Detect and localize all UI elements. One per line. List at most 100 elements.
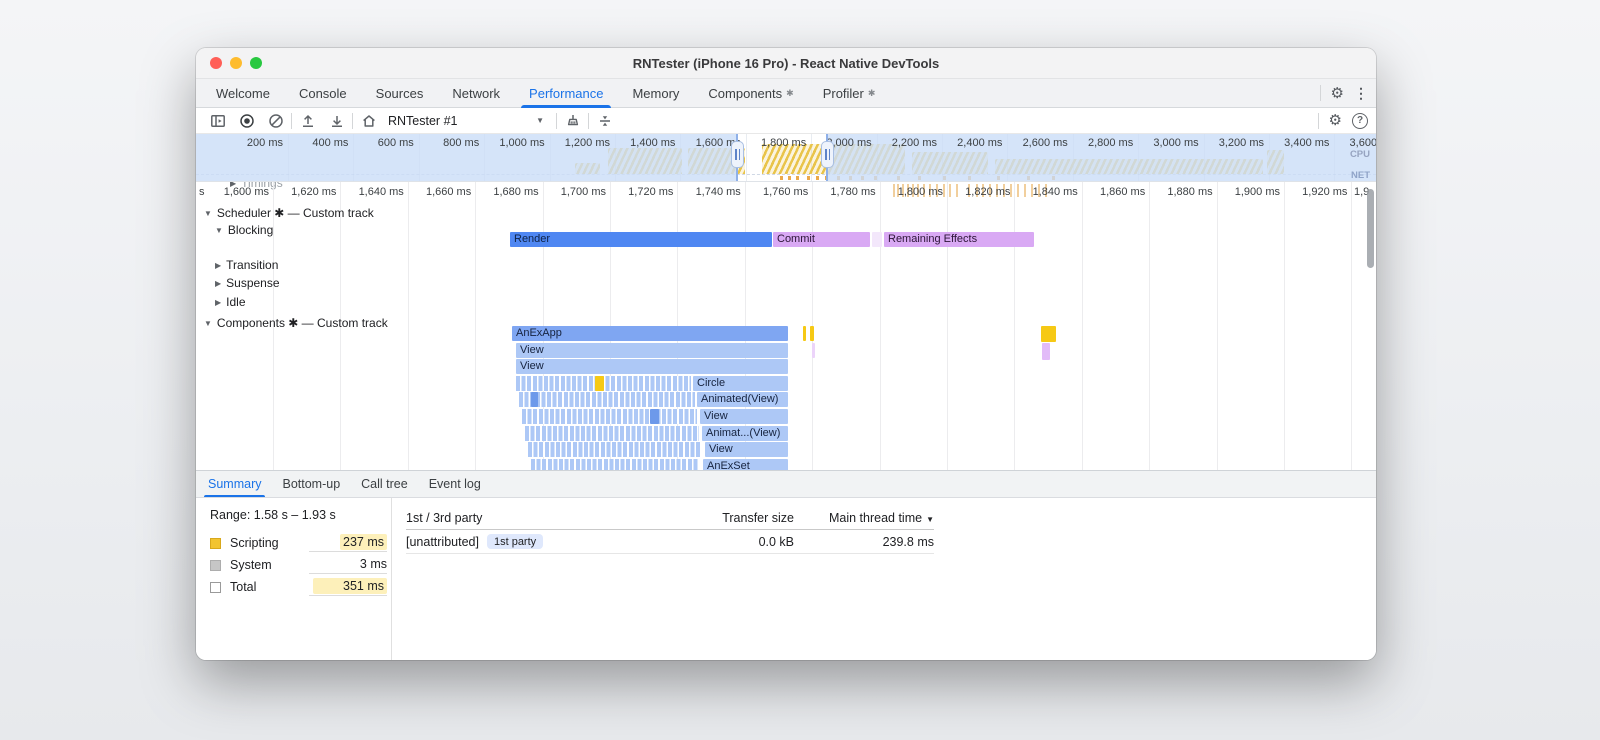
tab-components[interactable]: Components ✱ bbox=[708, 79, 793, 107]
flame-mark[interactable] bbox=[1042, 342, 1050, 360]
col-main-thread-time[interactable]: Main thread time ▼ bbox=[794, 511, 934, 525]
ruler-tick-label: 1,740 ms bbox=[695, 186, 741, 198]
flame-mark[interactable] bbox=[803, 326, 806, 341]
flame-gridline bbox=[1284, 182, 1285, 470]
flame-mark[interactable] bbox=[650, 409, 659, 424]
expanded-triangle-icon: ▼ bbox=[204, 319, 212, 328]
overview-tick-label: 200 ms bbox=[246, 137, 283, 149]
tab-call-tree[interactable]: Call tree bbox=[361, 471, 408, 497]
flame-gridline bbox=[1014, 182, 1016, 470]
tab-welcome[interactable]: Welcome bbox=[216, 79, 270, 107]
scheduler-bar-gap[interactable] bbox=[872, 232, 882, 247]
overview-tick-label: 3,600 ms bbox=[1349, 137, 1376, 149]
flame-mark[interactable] bbox=[810, 326, 814, 341]
component-bar-view[interactable]: View bbox=[516, 359, 788, 375]
flame-mark[interactable] bbox=[812, 342, 815, 358]
row-time: 239.8 ms bbox=[882, 534, 934, 549]
record-icon[interactable] bbox=[233, 109, 260, 133]
tab-bottom-up[interactable]: Bottom-up bbox=[282, 471, 340, 497]
component-microtasks[interactable] bbox=[519, 392, 695, 408]
component-bar-animatedview[interactable]: Animated(View) bbox=[697, 392, 788, 408]
lane-idle[interactable]: ▶ Idle bbox=[215, 295, 246, 309]
component-microtasks[interactable] bbox=[531, 458, 699, 470]
flame-mark[interactable] bbox=[1041, 326, 1056, 342]
tab-performance[interactable]: Performance bbox=[521, 79, 612, 108]
traffic-lights bbox=[210, 57, 262, 69]
clear-icon[interactable] bbox=[262, 109, 289, 133]
vertical-scrollbar[interactable] bbox=[1367, 189, 1374, 268]
lane-suspense[interactable]: ▶ Suspense bbox=[215, 276, 280, 290]
component-bar-anexapp[interactable]: AnExApp bbox=[512, 326, 788, 341]
component-microtasks[interactable] bbox=[525, 425, 699, 441]
flame-mark[interactable] bbox=[531, 392, 538, 408]
divider bbox=[1317, 112, 1319, 129]
overview-tick-label: 1,200 ms bbox=[564, 137, 610, 149]
selection-end-handle[interactable] bbox=[821, 141, 834, 168]
capture-settings-icon[interactable] bbox=[591, 109, 618, 133]
divider bbox=[291, 112, 292, 129]
selection-start-handle[interactable] bbox=[731, 141, 744, 168]
net-request-tick bbox=[796, 176, 799, 180]
help-icon[interactable]: ? bbox=[1352, 112, 1368, 129]
row-name: [unattributed] bbox=[406, 534, 479, 549]
system-value: 3 ms bbox=[309, 557, 387, 574]
clipped-track-text: s bbox=[199, 186, 205, 198]
component-bar-view[interactable]: View bbox=[516, 342, 788, 358]
flame-mark[interactable] bbox=[595, 375, 604, 391]
tab-sources[interactable]: Sources bbox=[376, 79, 424, 107]
component-bar-anexset[interactable]: AnExSet bbox=[703, 458, 788, 470]
tab-event-log[interactable]: Event log bbox=[429, 471, 481, 497]
ruler-tick-label: 1,720 ms bbox=[628, 186, 674, 198]
panel-settings-gear-icon[interactable]: ⚙ bbox=[1329, 113, 1342, 128]
scheduler-track-header[interactable]: ▼ Scheduler ✱ — Custom track bbox=[204, 206, 374, 220]
overview-tick-label: 2,400 ms bbox=[957, 137, 1003, 149]
component-bar-view[interactable]: View bbox=[705, 442, 788, 458]
overview-tick-label: 3,000 ms bbox=[1153, 137, 1199, 149]
component-bar-animatview[interactable]: Animat...(View) bbox=[702, 425, 788, 441]
minimize-window-button[interactable] bbox=[230, 57, 242, 69]
lane-transition[interactable]: ▶ Transition bbox=[215, 258, 278, 272]
overview-tick-label: 1,800 ms bbox=[760, 137, 807, 149]
scheduler-bar-commit[interactable]: Commit bbox=[773, 232, 870, 247]
network-tick bbox=[956, 184, 958, 197]
collect-garbage-icon[interactable] bbox=[559, 109, 586, 133]
zoom-window-button[interactable] bbox=[250, 57, 262, 69]
target-select[interactable]: RNTester #1 ▼ bbox=[388, 110, 550, 132]
tab-profiler[interactable]: Profiler ✱ bbox=[823, 79, 876, 107]
components-track-header[interactable]: ▼ Components ✱ — Custom track bbox=[204, 316, 388, 330]
row-transfer: 0.0 kB bbox=[758, 534, 794, 549]
home-icon[interactable] bbox=[355, 109, 382, 133]
timeline-overview[interactable]: CPU NET 200 ms 400 ms 600 ms 800 ms 1,000 ms… bbox=[196, 134, 1376, 182]
table-row[interactable]: [unattributed] 1st party 0.0 kB 239.8 ms bbox=[406, 530, 934, 554]
scripting-value: 237 ms bbox=[340, 533, 387, 550]
kebab-menu-icon[interactable]: ⋮ bbox=[1354, 85, 1368, 102]
component-microtasks[interactable] bbox=[522, 409, 697, 424]
component-bar-circle[interactable]: Circle bbox=[693, 375, 788, 391]
component-bar-view[interactable]: View bbox=[700, 409, 788, 424]
toggle-sidebar-icon[interactable] bbox=[204, 109, 231, 133]
overview-tick-label: 1,400 ms bbox=[630, 137, 676, 149]
load-profile-icon[interactable] bbox=[294, 109, 321, 133]
component-microtasks[interactable] bbox=[528, 442, 701, 458]
tab-network[interactable]: Network bbox=[452, 79, 500, 107]
flame-chart[interactable]: ▶ Timings s ▼ Scheduler ✱ — Custom track ▼… bbox=[196, 182, 1376, 470]
first-party-chip: 1st party bbox=[486, 534, 544, 549]
chevron-down-icon: ▼ bbox=[536, 116, 544, 125]
tab-summary[interactable]: Summary bbox=[203, 471, 267, 497]
lane-blocking[interactable]: ▼ Blocking bbox=[215, 223, 273, 237]
tab-memory[interactable]: Memory bbox=[632, 79, 679, 107]
collapsed-triangle-icon: ▶ bbox=[215, 279, 222, 288]
scheduler-bar-render[interactable]: Render bbox=[510, 232, 772, 247]
scheduler-bar-remaining-effects[interactable]: Remaining Effects bbox=[884, 232, 1034, 247]
net-request-tick bbox=[788, 176, 791, 180]
legend-row-total: Total 351 ms bbox=[210, 576, 391, 598]
col-transfer-size[interactable]: Transfer size bbox=[674, 511, 794, 525]
total-swatch bbox=[210, 581, 221, 593]
settings-gear-icon[interactable]: ⚙ bbox=[1331, 86, 1344, 101]
tab-console[interactable]: Console bbox=[299, 79, 347, 107]
overview-tick-label: 2,800 ms bbox=[1087, 137, 1134, 149]
expanded-triangle-icon: ▼ bbox=[215, 226, 223, 235]
expanded-triangle-icon: ▼ bbox=[204, 209, 212, 218]
save-profile-icon[interactable] bbox=[323, 109, 350, 133]
close-window-button[interactable] bbox=[210, 57, 222, 69]
